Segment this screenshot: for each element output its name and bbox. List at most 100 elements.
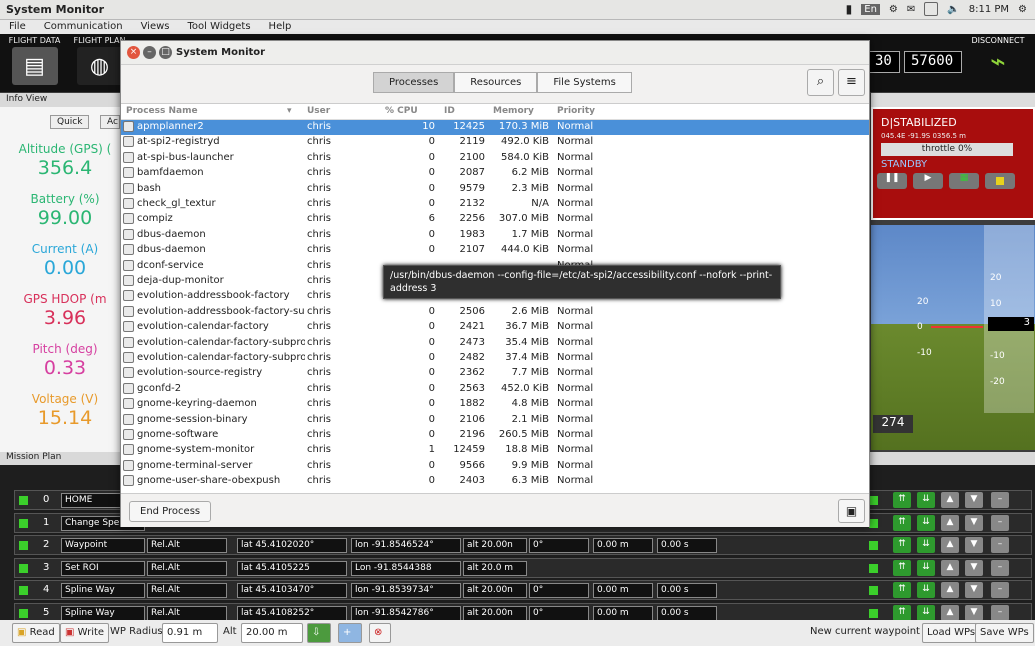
move-down-icon[interactable]: ▼ [965,492,983,508]
col-cpu[interactable]: % CPU [385,106,418,116]
param2-field[interactable]: 0.00 m [593,583,653,598]
move-top-icon[interactable]: ⇈ [893,604,911,621]
move-up-icon[interactable]: ▲ [941,559,959,576]
tab-flight-plan[interactable]: FLIGHT PLAN ◍ [72,36,127,85]
move-top-icon[interactable]: ⇈ [893,582,911,598]
table-row[interactable]: gnome-system-monitor chris 1 12459 18.8 … [121,443,869,458]
add-button[interactable]: + [338,623,362,643]
param2-field[interactable]: 0.00 m [593,605,653,621]
close-icon[interactable]: × [127,46,140,59]
lat-field[interactable]: lat 45.4102020° [237,538,347,553]
table-row[interactable]: dbus-daemon chris 0 1983 1.7 MiB Normal [121,228,869,243]
tab-quick[interactable]: Quick [50,115,90,129]
col-memory[interactable]: Memory [493,106,534,116]
param3-field[interactable]: 0.00 s [657,538,717,553]
table-row[interactable]: apmplanner2 chris 10 12425 170.3 MiB Nor… [121,120,869,136]
delete-row-icon[interactable]: – [991,582,1009,598]
table-row[interactable]: evolution-calendar-factory-subproc chris… [121,336,869,351]
command-select[interactable]: Set ROI [61,560,145,576]
move-down-icon[interactable]: ▼ [965,537,983,553]
mission-row[interactable]: 2 Waypoint Rel.Alt lat 45.4102020° lon -91.… [14,535,1032,555]
window-titlebar[interactable]: × – □ System Monitor [121,41,869,65]
delete-row-icon[interactable]: – [991,604,1009,621]
sort-chevron-down-icon[interactable]: ▾ [287,106,292,116]
col-process-name[interactable]: Process Name [126,106,198,116]
move-up-icon[interactable]: ▲ [941,537,959,553]
pause-button[interactable]: ❚❚ [877,173,907,189]
alt-field[interactable]: alt 20.00n [463,583,527,598]
lat-field[interactable]: lat 45.4103470° [237,583,347,598]
table-row[interactable]: dbus-daemon chris 0 2107 444.0 KiB Norma… [121,243,869,258]
table-row[interactable]: evolution-source-registry chris 0 2362 7… [121,366,869,381]
frame-select[interactable]: Rel.Alt [147,583,227,598]
menu-icon[interactable]: ≡ [838,69,865,96]
volume-icon[interactable]: 🔈 [947,4,959,15]
move-up-icon[interactable]: ▲ [941,514,959,531]
move-down-icon[interactable]: ▼ [965,514,983,531]
play-button[interactable]: ▶ [913,173,943,189]
tab-flight-data[interactable]: FLIGHT DATA ▤ [7,36,62,85]
signal-icon[interactable]: ▮ [846,2,853,16]
menu-views[interactable]: Views [132,20,179,34]
table-row[interactable]: gnome-user-share-obexpush chris 0 2403 6… [121,474,869,489]
move-down-icon[interactable]: ▼ [965,582,983,598]
frame-select[interactable]: Rel.Alt [147,605,227,621]
lon-field[interactable]: lon -91.8546524° [351,538,461,553]
lon-field[interactable]: lon -91.8539734° [351,583,461,598]
battery-icon[interactable] [924,2,939,16]
param3-field[interactable]: 0.00 s [657,605,717,621]
properties-icon[interactable]: ▣ [838,499,865,523]
table-row[interactable]: bash chris 0 9579 2.3 MiB Normal [121,182,869,197]
table-row[interactable]: gnome-session-binary chris 0 2106 2.1 Mi… [121,413,869,428]
lat-field[interactable]: lat 45.4108252° [237,605,347,621]
search-icon[interactable]: ⌕ [807,69,834,96]
disconnect-button[interactable]: DISCONNECT ⌁ [971,36,1025,79]
menu-tool-widgets[interactable]: Tool Widgets [179,20,260,34]
frame-select[interactable]: Rel.Alt [147,560,227,576]
command-select[interactable]: Spline Way [61,605,145,621]
menu-help[interactable]: Help [260,20,301,34]
tab-processes[interactable]: Processes [373,72,455,93]
table-row[interactable]: gnome-terminal-server chris 0 9566 9.9 M… [121,459,869,474]
lat-field[interactable]: lat 45.4105225 [237,560,347,576]
table-row[interactable]: compiz chris 6 2256 307.0 MiB Normal [121,212,869,227]
table-row[interactable]: evolution-addressbook-factory-subp chris… [121,305,869,320]
move-down-icon[interactable]: ▼ [965,604,983,621]
wp-radius-input[interactable]: 0.91 m [162,623,218,643]
move-up-icon[interactable]: ▲ [941,582,959,598]
move-bottom-icon[interactable]: ⇊ [917,559,935,576]
tab-resources[interactable]: Resources [454,72,538,93]
write-button[interactable]: ▣ Write [60,623,110,643]
stop-button[interactable] [985,173,1015,189]
mission-row[interactable]: 4 Spline Way Rel.Alt lat 45.4103470° lon -9… [14,580,1032,600]
table-row[interactable]: evolution-calendar-factory chris 0 2421 … [121,320,869,335]
frame-select[interactable]: Rel.Alt [147,538,227,553]
move-top-icon[interactable]: ⇈ [893,492,911,508]
tab-actions[interactable]: Ac [100,115,120,129]
minimize-icon[interactable]: – [143,46,156,59]
mail-icon[interactable]: ✉ [907,4,915,15]
move-top-icon[interactable]: ⇈ [893,514,911,531]
alt-field[interactable]: alt 20.00n [463,605,527,621]
map-button[interactable]: ▦ [949,173,979,189]
param1-field[interactable]: 0° [529,605,589,621]
col-priority[interactable]: Priority [557,106,595,116]
table-row[interactable]: at-spi-bus-launcher chris 0 2100 584.0 K… [121,151,869,166]
menu-file[interactable]: File [0,20,35,34]
network-icon[interactable]: ⚙ [889,4,898,15]
table-row[interactable]: gnome-keyring-daemon chris 0 1882 4.8 Mi… [121,397,869,412]
lon-field[interactable]: lon -91.8542786° [351,605,461,621]
delete-row-icon[interactable]: – [991,492,1009,508]
alt-input[interactable]: 20.00 m [241,623,303,643]
alt-field[interactable]: alt 20.00n [463,538,527,553]
settings-gear-icon[interactable]: ⚙ [1018,4,1027,15]
col-id[interactable]: ID [444,106,455,116]
maximize-icon[interactable]: □ [159,46,172,59]
move-down-icon[interactable]: ▼ [965,559,983,576]
load-wps-button[interactable]: Load WPs [922,623,981,643]
move-bottom-icon[interactable]: ⇊ [917,582,935,598]
tab-file-systems[interactable]: File Systems [537,72,632,93]
move-bottom-icon[interactable]: ⇊ [917,537,935,553]
move-bottom-icon[interactable]: ⇊ [917,604,935,621]
move-bottom-icon[interactable]: ⇊ [917,492,935,508]
